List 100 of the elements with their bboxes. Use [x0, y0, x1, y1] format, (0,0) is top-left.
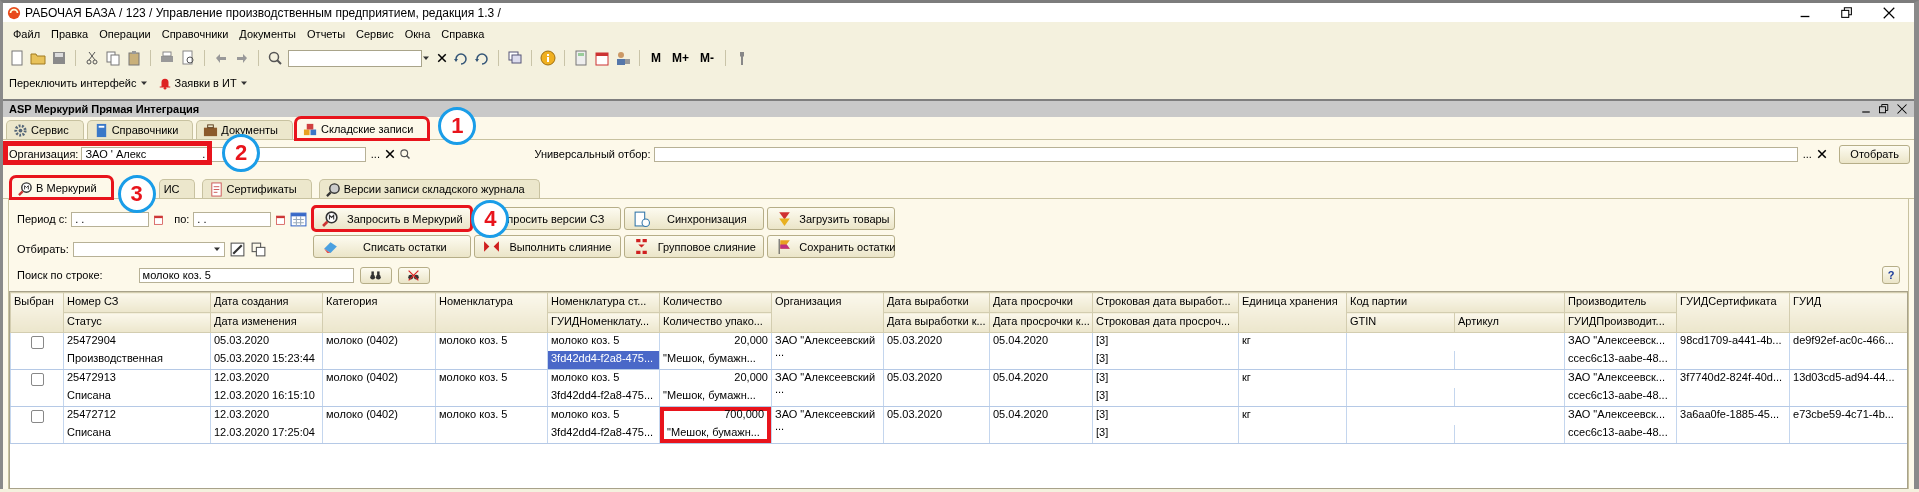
menu-item[interactable]: Операции	[98, 28, 152, 40]
cut-icon[interactable]	[84, 50, 100, 66]
menu-item[interactable]: Окна	[403, 28, 432, 40]
column-header[interactable]: Номенклатура	[435, 292, 548, 333]
menu-item[interactable]: Справочники	[160, 28, 230, 40]
action-button[interactable]: Загрузить товары	[767, 207, 896, 230]
copy-icon[interactable]	[249, 240, 267, 258]
print-preview-icon[interactable]	[180, 50, 196, 66]
users-icon[interactable]	[615, 50, 631, 66]
checkbox[interactable]	[30, 373, 44, 386]
table-cell: молоко (0402)	[322, 369, 436, 407]
calendar-icon[interactable]	[290, 210, 308, 228]
column-header[interactable]: Единица хранения	[1238, 292, 1347, 333]
search-icon[interactable]	[399, 148, 412, 160]
action-button[interactable]: Сохранить остатки	[767, 235, 896, 258]
action-button[interactable]: Выполнить слияние	[474, 235, 622, 258]
binoculars-icon	[407, 268, 421, 282]
date-field[interactable]: . .	[71, 211, 150, 227]
filter-field[interactable]	[653, 146, 1799, 162]
toolbar-button[interactable]: Переключить интерфейс	[9, 77, 148, 89]
column-header[interactable]: Код партии	[1346, 292, 1565, 313]
column-header[interactable]: Дата создания	[210, 292, 323, 313]
close-icon[interactable]	[1882, 5, 1896, 20]
action-button[interactable]: Запросить в Меркурий	[313, 207, 472, 230]
edit-icon[interactable]	[228, 240, 246, 258]
filter-button[interactable]: Отобрать	[1839, 144, 1910, 164]
column-header[interactable]: Категория	[322, 292, 436, 333]
info-icon[interactable]	[540, 50, 556, 66]
tab[interactable]: Сервис	[6, 120, 84, 139]
select-button[interactable]: ...	[1801, 148, 1814, 160]
clear-search-button[interactable]	[397, 266, 430, 284]
table-cell: 12.03.2020	[210, 406, 323, 425]
search-icon[interactable]	[267, 50, 283, 66]
action-button[interactable]: Синхронизация	[624, 207, 765, 230]
copy-icon[interactable]	[105, 50, 121, 66]
column-header[interactable]: Номер СЗ	[63, 292, 211, 313]
search-field[interactable]: молоко коз. 5	[138, 267, 354, 283]
memory-button[interactable]: M-	[697, 51, 717, 65]
windows-icon[interactable]	[507, 50, 523, 66]
tab[interactable]: Документы	[196, 120, 293, 139]
menu-item[interactable]: Справка	[440, 28, 486, 40]
date-field[interactable]: . .	[193, 211, 272, 227]
menu-item[interactable]: Отчеты	[306, 28, 347, 40]
save-icon[interactable]	[51, 50, 67, 66]
tab[interactable]: Складские записи	[296, 118, 429, 139]
toolbar-button[interactable]: Заявки в ИТ	[157, 76, 248, 90]
clear-icon[interactable]	[384, 148, 397, 160]
help-button[interactable]: ?	[1882, 266, 1900, 284]
column-header[interactable]: Количество	[659, 292, 772, 313]
action-button[interactable]: Групповое слияние	[624, 235, 765, 258]
select-field[interactable]	[72, 241, 225, 257]
tab[interactable]: Сертификаты	[201, 179, 312, 198]
table-cell: 700,000	[659, 406, 772, 425]
calendar-icon[interactable]	[275, 213, 287, 225]
table-cell: 25472712	[63, 406, 211, 425]
calendar-icon[interactable]	[153, 213, 165, 225]
column-header[interactable]: Производитель	[1564, 292, 1677, 313]
paste-icon[interactable]	[126, 50, 142, 66]
restore-icon[interactable]	[1878, 103, 1890, 115]
select-button[interactable]: ...	[369, 148, 382, 160]
column-header[interactable]: Номенклатура ст...	[547, 292, 660, 313]
column-header[interactable]: ГУИДСертификата	[1676, 292, 1790, 333]
caret-icon	[212, 245, 221, 253]
tab[interactable]: ИС	[158, 179, 195, 198]
table-cell: 12.03.2020 17:25:04	[210, 425, 323, 444]
column-header[interactable]: Выбран	[10, 292, 64, 333]
memory-button[interactable]: M	[648, 51, 664, 65]
menu-item[interactable]: Документы	[238, 28, 298, 40]
find-button[interactable]	[359, 266, 392, 284]
column-header[interactable]: ГУИД	[1789, 292, 1907, 333]
tab[interactable]: В Меркурий	[11, 177, 112, 198]
table-cell: молоко коз. 5	[547, 406, 660, 425]
column-header[interactable]: Организация	[771, 292, 884, 333]
menu-item[interactable]: Файл	[12, 28, 42, 40]
column-header[interactable]: Дата просрочки	[989, 292, 1093, 313]
action-button[interactable]: Списать остатки	[313, 235, 472, 258]
clear-icon[interactable]	[436, 52, 448, 64]
restore-icon[interactable]	[1840, 5, 1854, 20]
checkbox[interactable]	[30, 336, 44, 349]
checkbox[interactable]	[30, 410, 44, 423]
calendar-icon[interactable]	[594, 50, 610, 66]
memory-button[interactable]: M+	[669, 51, 692, 65]
table-cell: Списана	[63, 388, 211, 407]
search-field[interactable]	[288, 49, 422, 67]
magnifier-icon	[325, 181, 341, 197]
menu-item[interactable]: Сервис	[355, 28, 395, 40]
menu-item[interactable]: Правка	[50, 28, 90, 40]
clear-icon[interactable]	[1816, 148, 1829, 160]
tab[interactable]: Справочники	[86, 120, 194, 139]
table-cell: кг	[1238, 332, 1347, 370]
table-cell: 3fd42dd4-f2a8-475...	[547, 425, 660, 444]
folder-icon[interactable]	[30, 50, 46, 66]
tab[interactable]: Версии записи складского журнала	[318, 179, 540, 198]
table-cell: e73cbe59-4c71-4b...	[1789, 406, 1907, 444]
table-cell: 20,000	[659, 369, 772, 388]
table-cell: ЗАО "Алексеевский ...	[771, 369, 884, 407]
column-header[interactable]: Строковая дата выработ...	[1092, 292, 1239, 313]
close-icon[interactable]	[1896, 103, 1908, 115]
table-cell: "Мешок, бумажн...	[659, 388, 772, 407]
column-header[interactable]: Дата выработки	[883, 292, 990, 313]
